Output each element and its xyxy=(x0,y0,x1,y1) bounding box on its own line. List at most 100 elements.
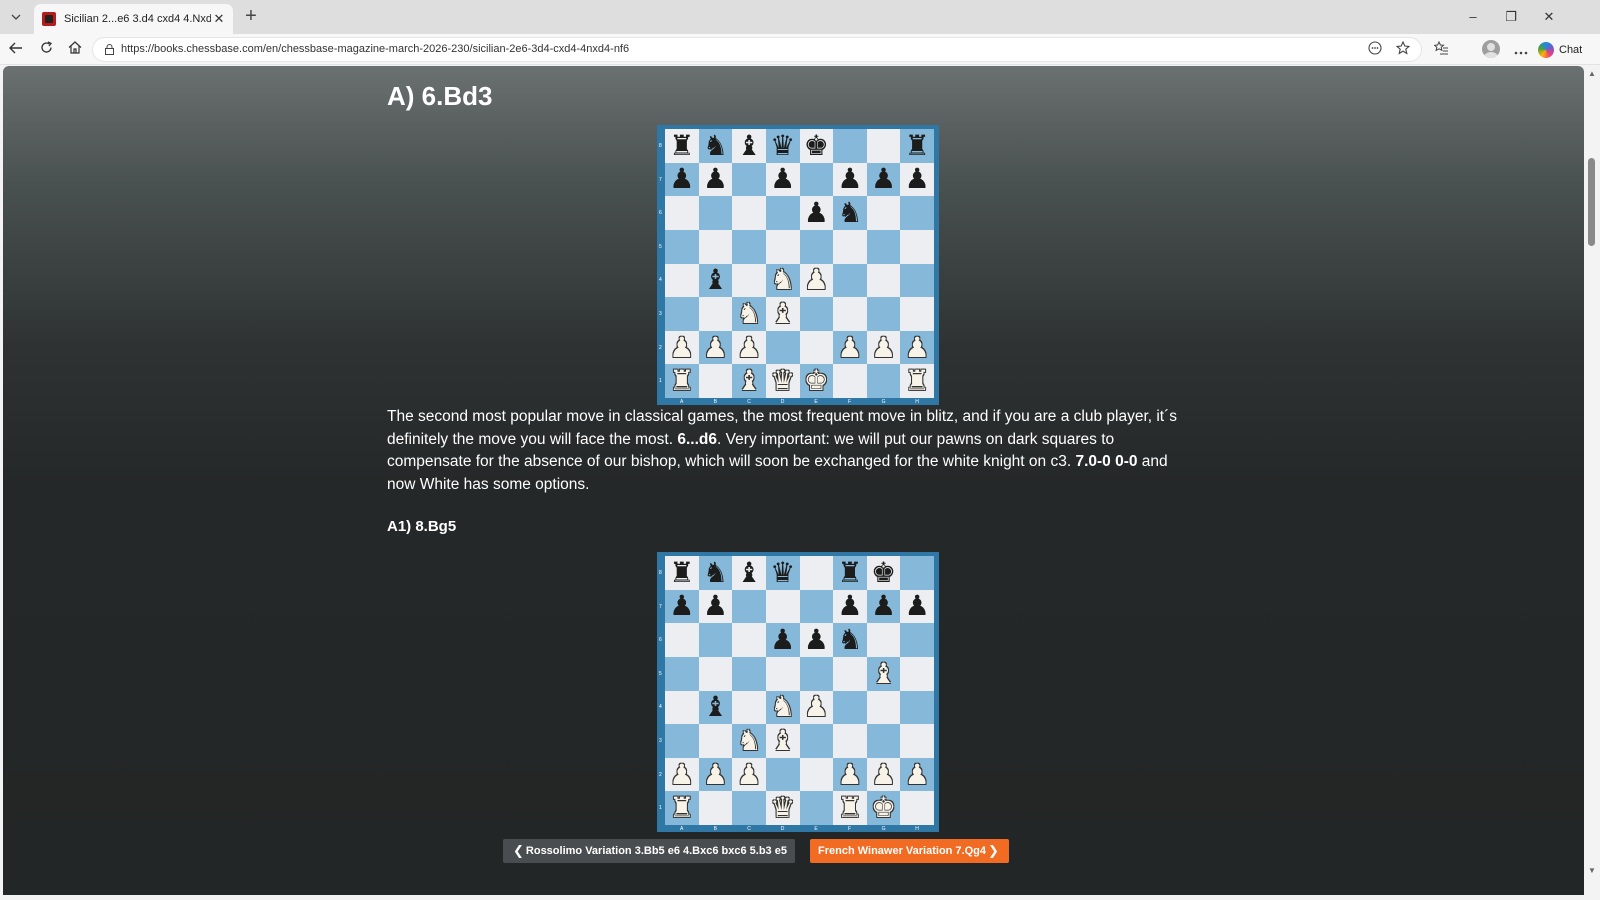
board-square: ♟ xyxy=(698,162,733,197)
board-square xyxy=(732,690,766,725)
white-pawn-icon: ♟ xyxy=(736,757,762,791)
restore-button[interactable]: ❐ xyxy=(1498,6,1524,28)
chessbase-favicon-icon xyxy=(42,12,56,26)
board-square: ♟ xyxy=(665,757,699,792)
board-square xyxy=(665,656,699,691)
board-square xyxy=(833,364,867,398)
board-square xyxy=(799,330,834,365)
file-label: F xyxy=(848,826,852,832)
file-label: H xyxy=(915,826,919,832)
address-bar[interactable]: https://books.chessbase.com/en/chessbase… xyxy=(92,37,1422,62)
board-square xyxy=(900,690,934,725)
article-paragraph: The second most popular move in classica… xyxy=(387,406,1179,496)
close-window-button[interactable]: ✕ xyxy=(1536,6,1562,28)
board-square xyxy=(665,196,699,230)
board-square: ♟ xyxy=(765,162,800,197)
board-square: ♚ xyxy=(799,129,834,163)
board-square: ♟ xyxy=(900,330,934,365)
white-pawn-icon: ♟ xyxy=(669,330,695,364)
reader-mode-button[interactable] xyxy=(1365,41,1385,59)
black-bishop-icon: ♝ xyxy=(702,263,728,297)
rank-label: 8 xyxy=(659,570,662,576)
copilot-chat-button[interactable]: Chat xyxy=(1538,39,1582,61)
white-pawn-icon: ♟ xyxy=(871,757,897,791)
black-queen-icon: ♛ xyxy=(770,555,796,589)
white-rook-icon: ♜ xyxy=(669,364,695,398)
board-square: ♞ xyxy=(698,129,733,163)
board-square xyxy=(900,556,934,590)
minimize-button[interactable]: – xyxy=(1460,6,1486,28)
more-button[interactable] xyxy=(1510,39,1532,61)
black-queen-icon: ♛ xyxy=(770,128,796,162)
board-square: ♟ xyxy=(900,162,934,197)
board-square: ♟ xyxy=(698,757,733,792)
board-square xyxy=(866,623,901,657)
board-square: ♟ xyxy=(665,162,699,197)
board-square xyxy=(665,690,699,725)
chess-board: ♜ ♞ ♝ ♛ ♚ ♜ ♟ ♟ ♟ ♟ ♟ ♟ ♟ ♞ ♝ ♞ ♟ ♞ ♝ ♟ ♟ ♟ ♟ ♟ ♟ ♜ ♝ ♛ ♚ ♜ 8 7 6 5 4 3 2 1 A B… xyxy=(659,128,934,405)
rank-label: 4 xyxy=(659,277,662,284)
black-knight-icon: ♞ xyxy=(837,623,863,657)
profile-avatar[interactable] xyxy=(1482,40,1500,58)
board-square: ♞ xyxy=(833,623,867,657)
white-rook-icon: ♜ xyxy=(837,791,863,825)
copilot-label: Chat xyxy=(1559,44,1583,56)
board-square: ♜ xyxy=(665,791,699,825)
board-square: ♜ xyxy=(833,791,867,825)
collections-button[interactable] xyxy=(1430,39,1452,61)
board-square xyxy=(900,297,934,331)
tab-actions-menu-button[interactable] xyxy=(6,7,26,27)
black-bishop-icon: ♝ xyxy=(736,555,762,589)
next-article-button[interactable]: French Winawer Variation 7.Qg4 ❯ xyxy=(810,839,1009,863)
tab-close-icon[interactable]: ✕ xyxy=(211,11,227,27)
vertical-scrollbar[interactable]: ▲ ▼ xyxy=(1584,66,1600,895)
board-square xyxy=(900,791,934,825)
board-square: ♛ xyxy=(765,128,800,163)
white-pawn-icon: ♟ xyxy=(702,757,728,791)
board-square: ♟ xyxy=(866,330,901,365)
rank-label: 5 xyxy=(659,670,662,677)
rank-label: 8 xyxy=(659,143,662,149)
scroll-down-arrow-icon[interactable]: ▼ xyxy=(1588,866,1596,875)
prev-article-button[interactable]: ❮ Rossolimo Variation 3.Bb5 e6 4.Bxc6 bxc… xyxy=(503,839,795,863)
white-pawn-icon: ♟ xyxy=(803,263,829,297)
scroll-thumb[interactable] xyxy=(1588,158,1595,246)
board-square: ♝ xyxy=(765,724,800,758)
more-icon xyxy=(1514,51,1528,55)
browser-tab-active[interactable]: Sicilian 2...e6 3.d4 cxd4 4.Nxd4 Nf6 ✕ xyxy=(34,4,233,34)
board-square xyxy=(799,589,834,624)
board-square xyxy=(866,297,901,331)
new-tab-button[interactable]: + xyxy=(240,6,262,28)
subheading: A1) 8.Bg5 xyxy=(387,518,457,535)
board-square: ♟ xyxy=(665,330,699,365)
white-rook-icon: ♜ xyxy=(904,364,930,398)
board-square xyxy=(732,589,766,624)
board-square: ♟ xyxy=(866,589,901,624)
board-square xyxy=(900,196,934,230)
black-bishop-icon: ♝ xyxy=(736,128,762,162)
file-label: E xyxy=(814,399,818,405)
board-square: ♞ xyxy=(765,690,800,725)
white-queen-icon: ♛ xyxy=(770,364,796,398)
board-square: ♞ xyxy=(833,196,867,230)
home-button[interactable] xyxy=(64,39,86,61)
scroll-up-arrow-icon[interactable]: ▲ xyxy=(1588,69,1596,78)
board-square xyxy=(665,229,699,264)
board-square xyxy=(900,263,934,298)
board-square: ♞ xyxy=(765,263,800,298)
board-square xyxy=(765,589,800,624)
board-square xyxy=(732,623,766,657)
rank-label: 4 xyxy=(659,704,662,711)
board-square: ♝ xyxy=(732,556,766,590)
board-square xyxy=(833,229,867,264)
white-knight-icon: ♞ xyxy=(770,263,796,297)
board-square xyxy=(698,724,733,758)
white-pawn-icon: ♟ xyxy=(736,330,762,364)
reload-button[interactable] xyxy=(35,39,57,61)
black-pawn-icon: ♟ xyxy=(702,589,728,623)
black-pawn-icon: ♟ xyxy=(871,589,897,623)
back-button[interactable] xyxy=(5,39,27,61)
board-square xyxy=(698,623,733,657)
favorite-button[interactable] xyxy=(1393,40,1413,59)
board-square: ♟ xyxy=(698,330,733,365)
